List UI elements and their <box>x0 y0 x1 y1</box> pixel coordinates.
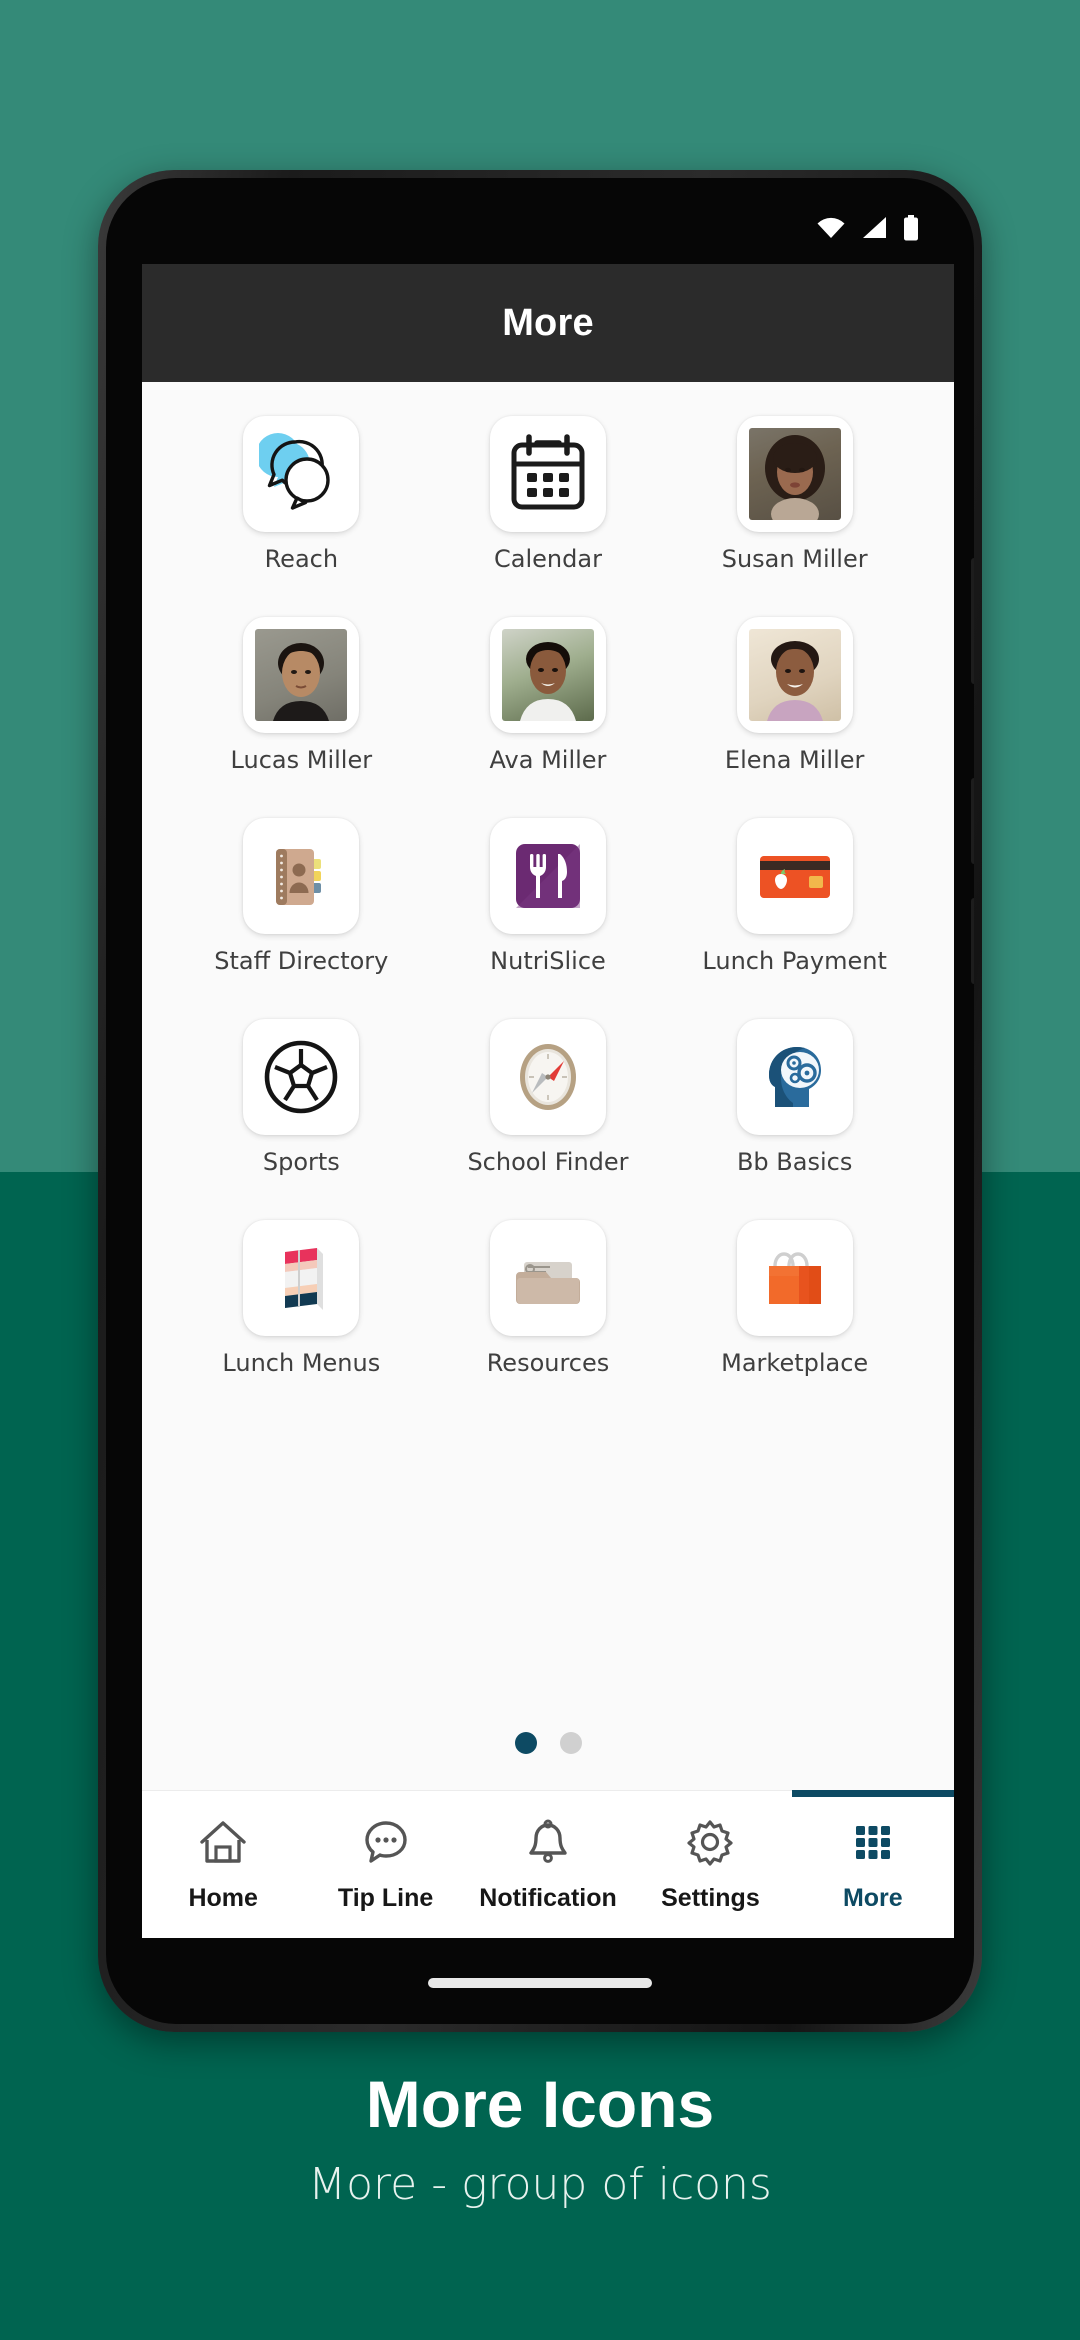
grid-item-label: School Finder <box>467 1148 629 1176</box>
nav-item-label: More <box>842 1884 903 1912</box>
cell-signal-icon <box>860 216 888 244</box>
grid-item-label: Bb Basics <box>736 1148 853 1176</box>
nav-item-settings[interactable]: Settings <box>629 1791 791 1938</box>
compass-icon <box>489 1019 606 1135</box>
home-indicator[interactable] <box>428 1978 652 1988</box>
phone-frame: More Reach Calendar Susan Miller Lucas M… <box>98 170 982 2032</box>
grid-item-label: Resources <box>486 1349 610 1377</box>
nav-item-label: Settings <box>661 1884 760 1912</box>
address-book-icon <box>243 818 360 934</box>
avatar <box>243 617 360 733</box>
volume-up-button[interactable] <box>971 558 974 684</box>
page-dot-2[interactable] <box>559 1732 582 1754</box>
nav-item-tip-line[interactable]: Tip Line <box>304 1791 466 1938</box>
grid-item-sports[interactable]: Sports <box>178 1019 425 1176</box>
nav-item-notification[interactable]: Notification <box>467 1791 629 1938</box>
grid-item-elena-miller[interactable]: Elena Miller <box>671 617 918 774</box>
page-title: More <box>502 301 594 344</box>
grid-item-label: Lunch Menus <box>222 1349 381 1377</box>
grid-item-label: Marketplace <box>721 1349 869 1377</box>
shopping-bags-icon <box>736 1220 853 1336</box>
gear-icon <box>684 1816 736 1872</box>
grid-item-lunch-payment[interactable]: Lunch Payment <box>671 818 918 975</box>
wifi-icon <box>816 216 846 244</box>
credit-card-icon <box>736 818 853 934</box>
grid-item-resources[interactable]: Resources <box>425 1220 672 1377</box>
caption-subtitle: More - group of icons <box>308 2159 772 2211</box>
bell-icon <box>522 1816 574 1872</box>
page-indicator <box>142 1732 954 1754</box>
caption-title: More Icons <box>365 2067 715 2141</box>
grid-item-marketplace[interactable]: Marketplace <box>671 1220 918 1377</box>
folded-menu-icon <box>243 1220 360 1336</box>
grid-item-school-finder[interactable]: School Finder <box>425 1019 672 1176</box>
grid-item-label: Lunch Payment <box>702 947 887 975</box>
grid-item-label: Elena Miller <box>724 746 865 774</box>
nav-item-more[interactable]: More <box>791 1790 954 1938</box>
power-button[interactable] <box>971 898 974 984</box>
nav-item-label: Home <box>188 1884 258 1912</box>
grid-item-label: Lucas Miller <box>230 746 373 774</box>
avatar <box>489 617 606 733</box>
app-screen: More Reach Calendar Susan Miller Lucas M… <box>142 264 954 1938</box>
grid-item-lucas-miller[interactable]: Lucas Miller <box>178 617 425 774</box>
nav-item-label: Notification <box>479 1884 617 1912</box>
grid-item-lunch-menus[interactable]: Lunch Menus <box>178 1220 425 1377</box>
battery-icon <box>902 215 920 245</box>
status-bar <box>142 202 954 258</box>
grid-item-staff-directory[interactable]: Staff Directory <box>178 818 425 975</box>
avatar-photo <box>748 629 841 721</box>
caption: More Icons More - group of icons <box>0 2067 1080 2211</box>
grid-item-nutrislice[interactable]: NutriSlice <box>425 818 672 975</box>
nav-item-label: Tip Line <box>337 1884 434 1912</box>
grid-item-label: Sports <box>262 1148 340 1176</box>
folder-icon <box>489 1220 606 1336</box>
grid-item-label: Calendar <box>494 545 602 573</box>
grid-dots-icon <box>847 1816 899 1872</box>
phone-bezel: More Reach Calendar Susan Miller Lucas M… <box>106 178 974 2024</box>
grid-item-label: Ava Miller <box>489 746 607 774</box>
grid-item-reach[interactable]: Reach <box>178 416 425 573</box>
soccer-ball-icon <box>243 1019 360 1135</box>
home-icon <box>197 1816 249 1872</box>
app-icon-grid: Reach Calendar Susan Miller Lucas Miller… <box>142 382 954 1377</box>
app-bar: More <box>142 264 954 382</box>
reach-chat-bubbles-icon <box>243 416 360 532</box>
grid-item-calendar[interactable]: Calendar <box>425 416 672 573</box>
avatar-photo <box>255 629 348 721</box>
bottom-navigation: Home Tip Line Notification Settings More <box>142 1790 954 1938</box>
grid-item-label: Reach <box>264 545 339 573</box>
avatar <box>736 416 853 532</box>
avatar-photo <box>501 629 594 721</box>
grid-item-label: NutriSlice <box>490 947 606 975</box>
avatar-photo <box>748 428 841 520</box>
nav-item-home[interactable]: Home <box>142 1791 304 1938</box>
grid-item-susan-miller[interactable]: Susan Miller <box>671 416 918 573</box>
chat-bubble-icon <box>360 1816 412 1872</box>
grid-item-ava-miller[interactable]: Ava Miller <box>425 617 672 774</box>
avatar <box>736 617 853 733</box>
volume-down-button[interactable] <box>971 778 974 864</box>
grid-item-label: Susan Miller <box>721 545 868 573</box>
grid-item-label: Staff Directory <box>214 947 389 975</box>
fork-knife-icon <box>489 818 606 934</box>
page-dot-1[interactable] <box>514 1732 537 1754</box>
more-grid-page: Reach Calendar Susan Miller Lucas Miller… <box>142 382 954 1790</box>
head-gears-icon <box>736 1019 853 1135</box>
calendar-icon <box>489 416 606 532</box>
grid-item-bb-basics[interactable]: Bb Basics <box>671 1019 918 1176</box>
